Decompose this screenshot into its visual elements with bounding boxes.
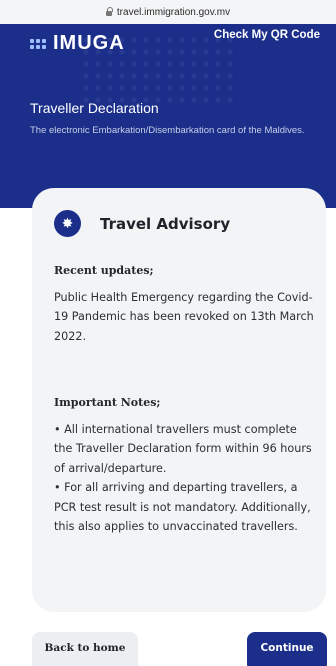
lock-icon (105, 6, 113, 16)
check-qr-code-link[interactable]: Check My QR Code (214, 29, 320, 41)
app-logo[interactable]: IMUGA (30, 32, 125, 55)
important-notes-heading: Important Notes; (54, 396, 161, 409)
important-notes-list: • All international travellers must comp… (54, 420, 316, 536)
logo-text: IMUGA (53, 32, 125, 54)
url-text: travel.immigration.gov.mv (116, 6, 231, 18)
logo-mark-icon (30, 38, 46, 49)
page-title: Traveller Declaration (30, 100, 159, 116)
recent-updates-heading: Recent updates; (54, 264, 154, 277)
continue-button[interactable]: Continue (247, 632, 327, 666)
sun-icon: ✸ (54, 210, 81, 237)
advisory-title: Travel Advisory (100, 214, 231, 233)
browser-url-bar[interactable]: travel.immigration.gov.mv (0, 0, 336, 24)
note-item: • For all arriving and departing travell… (54, 481, 311, 534)
back-to-home-button[interactable]: Back to home (32, 632, 138, 666)
note-item: • All international travellers must comp… (54, 423, 312, 475)
advisory-header: ✸ Travel Advisory (54, 210, 230, 237)
recent-updates-text: Public Health Emergency regarding the Co… (54, 291, 314, 343)
hero-banner: IMUGA Check My QR Code Traveller Declara… (0, 24, 336, 208)
page-subtitle: The electronic Embarkation/Disembarkatio… (30, 125, 305, 136)
travel-advisory-card: ✸ Travel Advisory Recent updates; Public… (32, 188, 326, 612)
